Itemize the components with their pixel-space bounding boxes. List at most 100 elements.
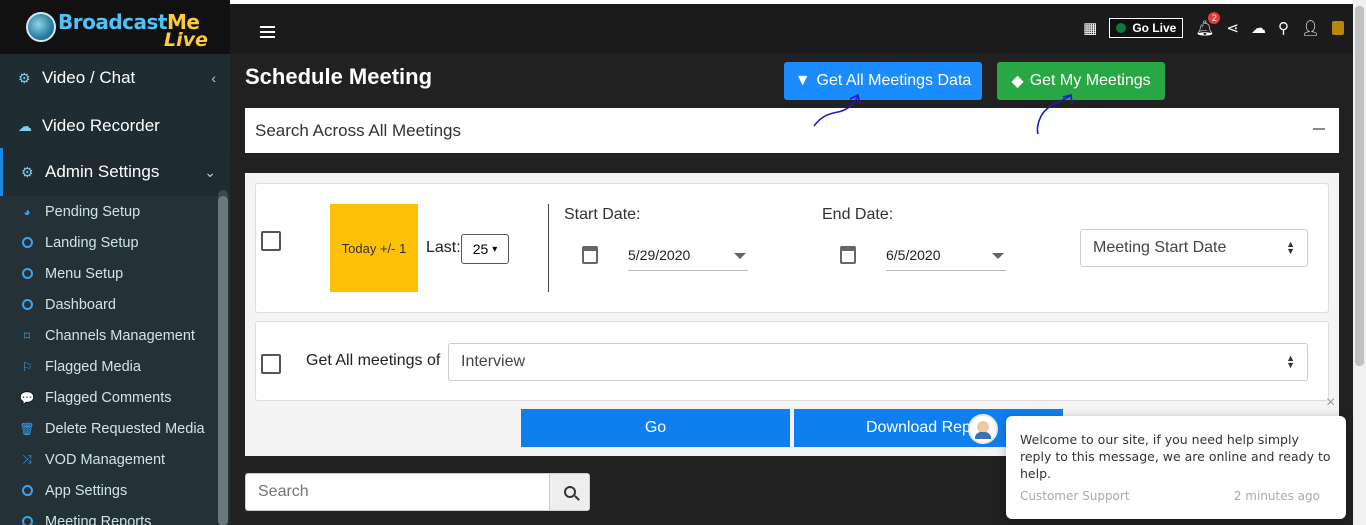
circle-icon <box>20 484 34 498</box>
search-input[interactable] <box>246 474 550 510</box>
calendar-icon[interactable] <box>840 246 856 264</box>
top-bar: ▦ Go Live 🔔︎ 2 ⋖ ☁ ⚲ 👤︎ <box>230 0 1366 54</box>
sidebar-item-label: Video / Chat <box>42 68 136 87</box>
caret-down-icon[interactable] <box>992 253 1004 259</box>
search-icon[interactable]: ⚲ <box>1278 19 1289 37</box>
sidebar-item-label: Pending Setup <box>45 203 141 220</box>
wallet-icon[interactable] <box>1332 21 1344 35</box>
topbar-icons: ▦ Go Live 🔔︎ 2 ⋖ ☁ ⚲ 👤︎ <box>1083 12 1344 38</box>
search-button[interactable] <box>549 474 589 510</box>
updown-icon: ▲ ▼ <box>1286 239 1295 256</box>
user-icon[interactable]: 👤︎ <box>1301 19 1320 37</box>
trash-icon: 🗑 <box>19 421 35 436</box>
get-my-meetings-button[interactable]: ◆ Get My Meetings <box>997 62 1165 100</box>
comments-icon: 💬 <box>19 390 35 405</box>
logo-text-live: Live <box>164 29 208 51</box>
collapse-minus-icon[interactable] <box>1313 128 1325 130</box>
shuffle-icon: ⤨ <box>22 452 32 466</box>
today-button[interactable]: Today +/- 1 <box>330 204 418 292</box>
eraser-icon: ◆ <box>1011 73 1024 90</box>
gears-icon: ⚙ <box>21 163 34 180</box>
meeting-type-select[interactable]: Interview ▲ ▼ <box>448 343 1308 381</box>
last-select[interactable]: 25 ▾ <box>461 234 509 264</box>
chat-close-icon[interactable]: × <box>1326 394 1335 412</box>
search-across-header[interactable]: Search Across All Meetings <box>245 108 1339 153</box>
sidebar-item-menu-setup[interactable]: Menu Setup <box>0 258 216 289</box>
sidebar-item-label: App Settings <box>45 482 128 499</box>
sidebar-item-vod-management[interactable]: ⤨ VOD Management <box>0 444 216 475</box>
sidebar-item-admin-settings[interactable]: ⚙ Admin Settings ⌄ <box>0 148 230 196</box>
sidebar-item-label: Dashboard <box>45 296 116 313</box>
sidebar: BroadcastMe Live ⚙ Video / Chat ‹ ☁ Vide… <box>0 0 230 525</box>
chevron-down-icon: ▾ <box>492 243 498 255</box>
hamburger-menu-icon[interactable] <box>260 26 275 41</box>
chat-popup[interactable]: Welcome to our site, if you need help si… <box>1006 416 1346 519</box>
go-button[interactable]: Go <box>521 409 790 447</box>
filter-icon: ▼ <box>794 72 811 89</box>
sidebar-item-video-recorder[interactable]: ☁ Video Recorder <box>0 102 230 150</box>
caret-down-icon[interactable] <box>734 253 746 259</box>
last-select-value: 25 <box>472 241 489 257</box>
filter-panel: Today +/- 1 Last: 25 ▾ Start Date: 5/29/… <box>245 173 1339 456</box>
sidebar-item-label: Landing Setup <box>45 234 139 251</box>
start-date-value[interactable]: 5/29/2020 <box>628 247 690 263</box>
date-filter-card: Today +/- 1 Last: 25 ▾ Start Date: 5/29/… <box>255 183 1329 313</box>
page-scrollbar-thumb[interactable] <box>1355 6 1364 366</box>
end-date-label: End Date: <box>822 206 894 223</box>
sidebar-item-label: Admin Settings <box>45 162 160 181</box>
flag-icon: ⚐ <box>21 359 33 374</box>
cloud-upload-icon[interactable]: ☁ <box>1251 19 1266 37</box>
sidebar-item-app-settings[interactable]: App Settings <box>0 475 216 506</box>
last-label: Last: <box>426 239 461 256</box>
circle-icon <box>20 236 34 250</box>
button-label: Get My Meetings <box>1029 72 1151 89</box>
calendar-icon[interactable]: ▦ <box>1083 19 1097 37</box>
sidebar-item-label: Video Recorder <box>42 116 160 135</box>
sidebar-item-label: Channels Management <box>45 327 195 344</box>
go-live-label: Go Live <box>1132 21 1177 35</box>
get-all-meetings-button[interactable]: ▼ Get All Meetings Data <box>784 62 982 100</box>
support-avatar[interactable] <box>968 414 998 444</box>
date-filter-checkbox[interactable] <box>261 231 281 251</box>
go-live-button[interactable]: Go Live <box>1109 18 1184 38</box>
sidebar-item-video-chat[interactable]: ⚙ Video / Chat ‹ <box>0 54 230 102</box>
meeting-type-card: Get All meetings of Interview ▲ ▼ <box>255 321 1329 401</box>
chat-message: Welcome to our site, if you need help si… <box>1020 432 1331 481</box>
gears-icon: ⚙ <box>18 69 31 86</box>
start-date-label: Start Date: <box>564 206 641 223</box>
sidebar-item-channels-management[interactable]: ⌑ Channels Management <box>0 320 216 351</box>
sidebar-item-flagged-media[interactable]: ⚐ Flagged Media <box>0 351 216 382</box>
circle-icon <box>20 298 34 312</box>
search-icon <box>563 486 576 498</box>
sidebar-item-dashboard[interactable]: Dashboard <box>0 289 216 320</box>
sidebar-scrollbar-thumb[interactable] <box>218 196 228 525</box>
logo-bar: BroadcastMe Live <box>0 0 230 54</box>
notification-badge: 2 <box>1208 12 1221 24</box>
sidebar-item-label: VOD Management <box>45 451 166 468</box>
sidebar-item-landing-setup[interactable]: Landing Setup <box>0 227 216 258</box>
sidebar-item-label: Flagged Comments <box>45 389 172 406</box>
pie-chart-icon: ◕ <box>23 204 31 219</box>
end-date-value[interactable]: 6/5/2020 <box>886 247 941 263</box>
chat-footer: Customer Support 2 minutes ago <box>1020 489 1320 503</box>
end-date-underline <box>886 270 1006 271</box>
calendar-icon[interactable] <box>582 246 598 264</box>
sidebar-item-label: Delete Requested Media <box>45 420 205 437</box>
button-label: Get All Meetings Data <box>816 72 972 89</box>
sidebar-item-label: Flagged Media <box>45 358 141 375</box>
admin-settings-submenu: ◕ Pending Setup Landing Setup Menu Setup… <box>0 196 216 525</box>
circle-icon <box>20 515 34 525</box>
sidebar-item-meeting-reports[interactable]: Meeting Reports <box>0 506 216 525</box>
share-icon[interactable]: ⋖ <box>1226 19 1239 37</box>
bell-icon[interactable]: 🔔︎ 2 <box>1195 12 1221 37</box>
meeting-type-checkbox[interactable] <box>261 354 281 374</box>
sidebar-item-flagged-comments[interactable]: 💬 Flagged Comments <box>0 382 216 413</box>
cloud-upload-icon: ☁ <box>18 117 32 134</box>
sort-select[interactable]: Meeting Start Date ▲ ▼ <box>1080 229 1308 267</box>
sidebar-item-pending-setup[interactable]: ◕ Pending Setup <box>0 196 216 227</box>
chevron-down-icon: ⌄ <box>204 163 216 180</box>
sidebar-item-delete-requested-media[interactable]: 🗑 Delete Requested Media <box>0 413 216 444</box>
live-dot-icon <box>1116 23 1127 33</box>
circle-icon <box>20 267 34 281</box>
meeting-type-value: Interview <box>461 353 526 370</box>
